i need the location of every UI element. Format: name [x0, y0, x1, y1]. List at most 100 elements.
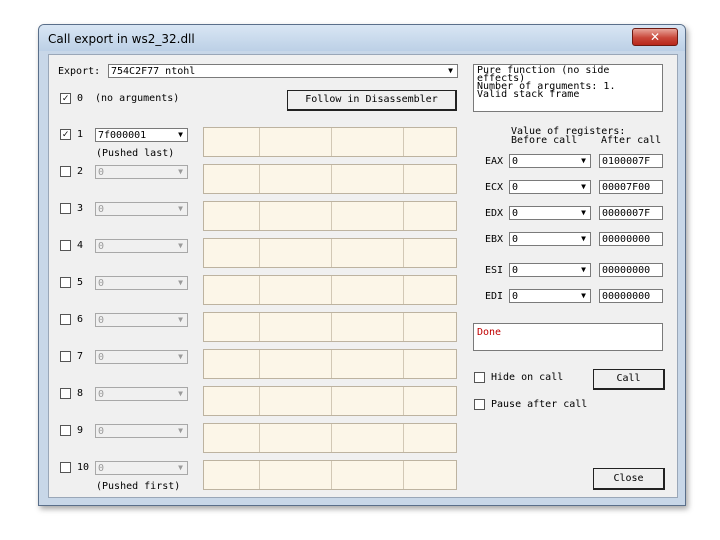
register-after-value: 0100007F	[602, 156, 651, 167]
arg-9-value-combo[interactable]: 0 ▼	[95, 424, 188, 438]
arg-8-value-combo[interactable]: 0 ▼	[95, 387, 188, 401]
arg-6-memory-grid[interactable]	[203, 312, 457, 342]
arg-2-value-combo[interactable]: 0 ▼	[95, 165, 188, 179]
arg-6-value-combo[interactable]: 0 ▼	[95, 313, 188, 327]
arg-10-memory-grid[interactable]	[203, 460, 457, 490]
chevron-down-icon: ▼	[448, 66, 453, 75]
arg-9-checkbox[interactable]	[60, 425, 71, 436]
arg-value: 0	[98, 389, 105, 400]
arg-5-checkbox[interactable]	[60, 277, 71, 288]
arg-9-memory-grid[interactable]	[203, 423, 457, 453]
arg-10-checkbox[interactable]	[60, 462, 71, 473]
arg-8-checkbox[interactable]	[60, 388, 71, 399]
arg-10-value-combo[interactable]: 0 ▼	[95, 461, 188, 475]
register-esi-label: ESI	[485, 265, 504, 276]
arg-3-memory-grid[interactable]	[203, 201, 457, 231]
register-before-value: 0	[512, 182, 519, 193]
arg-1-number: 1	[77, 129, 84, 140]
chevron-down-icon: ▼	[581, 208, 586, 217]
register-edi-after-field[interactable]: 00000000	[599, 289, 663, 303]
check-icon: ✓	[62, 93, 69, 104]
register-before-value: 0	[512, 291, 519, 302]
close-icon: ✕	[649, 30, 661, 44]
register-ecx-label: ECX	[485, 182, 504, 193]
chevron-down-icon: ▼	[178, 167, 183, 176]
no-arguments-label: (no arguments)	[95, 93, 180, 104]
chevron-down-icon: ▼	[581, 234, 586, 243]
arg-1-checkbox[interactable]: ✓	[60, 129, 71, 140]
close-window-button[interactable]: ✕	[632, 28, 678, 46]
register-ecx-before-combo[interactable]: 0 ▼	[509, 180, 591, 194]
arg-3-checkbox[interactable]	[60, 203, 71, 214]
arg-7-value-combo[interactable]: 0 ▼	[95, 350, 188, 364]
arg-value: 0	[98, 315, 105, 326]
arg-value: 0	[98, 167, 105, 178]
arg-6-checkbox[interactable]	[60, 314, 71, 325]
register-esi-after-field[interactable]: 00000000	[599, 263, 663, 277]
register-ebx-after-field[interactable]: 00000000	[599, 232, 663, 246]
hide-on-call-label: Hide on call	[491, 372, 564, 383]
chevron-down-icon: ▼	[178, 204, 183, 213]
arg-value: 0	[98, 352, 105, 363]
register-edx-before-combo[interactable]: 0 ▼	[509, 206, 591, 220]
pause-after-call-label: Pause after call	[491, 399, 588, 410]
export-label: Export:	[58, 66, 101, 77]
arg-2-checkbox[interactable]	[60, 166, 71, 177]
chevron-down-icon: ▼	[581, 265, 586, 274]
arg-1-note: (Pushed last)	[96, 148, 175, 159]
export-combo-value: 754C2F77 ntohl	[111, 66, 196, 77]
arg-4-checkbox[interactable]	[60, 240, 71, 251]
arg-5-value-combo[interactable]: 0 ▼	[95, 276, 188, 290]
arg-8-number: 8	[77, 388, 84, 399]
register-after-value: 00000000	[602, 291, 651, 302]
register-before-value: 0	[512, 156, 519, 167]
arg-10-note: (Pushed first)	[96, 481, 181, 492]
register-eax-after-field[interactable]: 0100007F	[599, 154, 663, 168]
arg-value: 0	[98, 463, 105, 474]
hide-on-call-checkbox[interactable]	[474, 372, 485, 383]
arg-value: 7f000001	[98, 130, 147, 141]
register-edx-after-field[interactable]: 0000007F	[599, 206, 663, 220]
arg-7-number: 7	[77, 351, 84, 362]
close-button[interactable]: Close	[593, 468, 665, 490]
chevron-down-icon: ▼	[178, 463, 183, 472]
register-ebx-label: EBX	[485, 234, 504, 245]
arg-2-number: 2	[77, 166, 84, 177]
export-info-line: Valid stack frame	[477, 89, 580, 100]
follow-in-disassembler-button[interactable]: Follow in Disassembler	[287, 90, 457, 111]
arg-1-memory-grid[interactable]	[203, 127, 457, 157]
arg-4-value-combo[interactable]: 0 ▼	[95, 239, 188, 253]
chevron-down-icon: ▼	[581, 156, 586, 165]
register-after-value: 00000000	[602, 265, 651, 276]
window-title: Call export in ws2_32.dll	[48, 32, 195, 46]
register-ecx-after-field[interactable]: 00007F00	[599, 180, 663, 194]
arg-3-number: 3	[77, 203, 84, 214]
check-icon: ✓	[62, 129, 69, 140]
chevron-down-icon: ▼	[178, 241, 183, 250]
register-esi-before-combo[interactable]: 0 ▼	[509, 263, 591, 277]
arg-8-memory-grid[interactable]	[203, 386, 457, 416]
arg-4-memory-grid[interactable]	[203, 238, 457, 268]
arg-0-checkbox[interactable]: ✓	[60, 93, 71, 104]
arg-7-checkbox[interactable]	[60, 351, 71, 362]
export-combo[interactable]: 754C2F77 ntohl ▼	[108, 64, 458, 78]
arg-3-value-combo[interactable]: 0 ▼	[95, 202, 188, 216]
arg-2-memory-grid[interactable]	[203, 164, 457, 194]
register-edi-before-combo[interactable]: 0 ▼	[509, 289, 591, 303]
call-button[interactable]: Call	[593, 369, 665, 390]
arg-10-number: 10	[77, 462, 90, 473]
chevron-down-icon: ▼	[178, 426, 183, 435]
pause-after-call-checkbox[interactable]	[474, 399, 485, 410]
register-eax-before-combo[interactable]: 0 ▼	[509, 154, 591, 168]
after-call-label: After call	[601, 135, 662, 146]
register-before-value: 0	[512, 265, 519, 276]
chevron-down-icon: ▼	[178, 278, 183, 287]
register-ebx-before-combo[interactable]: 0 ▼	[509, 232, 591, 246]
arg-value: 0	[98, 241, 105, 252]
chevron-down-icon: ▼	[178, 315, 183, 324]
arg-1-value-combo[interactable]: 7f000001 ▼	[95, 128, 188, 142]
arg-5-memory-grid[interactable]	[203, 275, 457, 305]
arg-7-memory-grid[interactable]	[203, 349, 457, 379]
register-before-value: 0	[512, 234, 519, 245]
arg-value: 0	[98, 426, 105, 437]
